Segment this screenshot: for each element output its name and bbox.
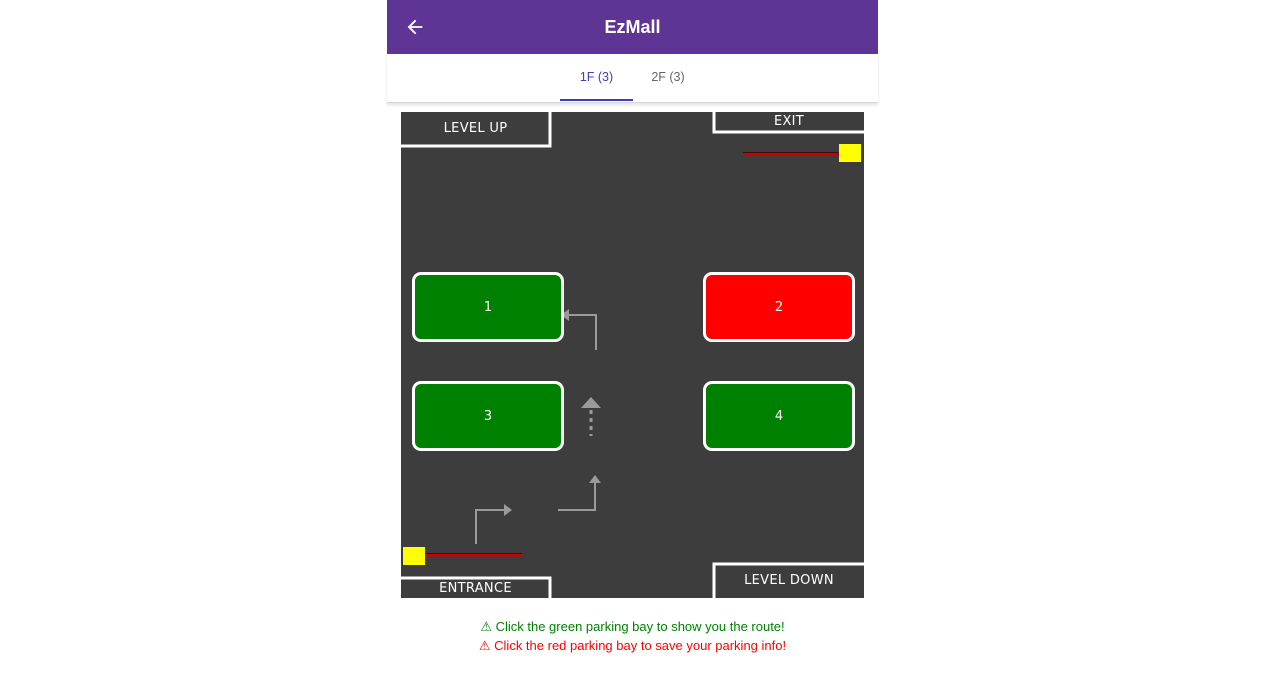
- route-arrow-up-icon: [558, 475, 601, 511]
- route-arrow-right-icon: [475, 504, 512, 544]
- app-bar: EzMall: [387, 0, 878, 54]
- app-screen: EzMall 1F (3) 2F (3) LEVEL UP EXIT ENTRA…: [387, 0, 878, 695]
- entrance-gate-icon: [403, 547, 425, 565]
- entrance-label: ENTRANCE: [439, 581, 512, 596]
- route-arrow-dotted-up-icon: [581, 397, 601, 436]
- route-arrow-left-icon: [561, 309, 597, 350]
- tab-1f[interactable]: 1F (3): [560, 54, 633, 101]
- red-bay-hint: ⚠ Click the red parking bay to save your…: [478, 638, 787, 653]
- parking-bay-4[interactable]: 4: [703, 381, 855, 451]
- active-tab-indicator: [560, 99, 633, 101]
- parking-bay-1[interactable]: 1: [412, 272, 564, 342]
- parking-bay-2[interactable]: 2: [703, 272, 855, 342]
- floor-tabs: 1F (3) 2F (3): [387, 54, 878, 103]
- tab-2f[interactable]: 2F (3): [633, 54, 703, 101]
- page-title: EzMall: [604, 17, 661, 37]
- map-markings: [401, 112, 864, 598]
- parking-map: LEVEL UP EXIT ENTRANCE LEVEL DOWN 1 2 3 …: [401, 112, 864, 598]
- level-up-label: LEVEL UP: [443, 121, 508, 136]
- exit-gate-icon: [839, 144, 861, 162]
- exit-label: EXIT: [773, 114, 805, 129]
- parking-bay-3[interactable]: 3: [412, 381, 564, 451]
- instructions: ⚠ Click the green parking bay to show yo…: [387, 617, 878, 655]
- level-down-label: LEVEL DOWN: [744, 573, 834, 588]
- green-bay-hint: ⚠ Click the green parking bay to show yo…: [480, 619, 785, 634]
